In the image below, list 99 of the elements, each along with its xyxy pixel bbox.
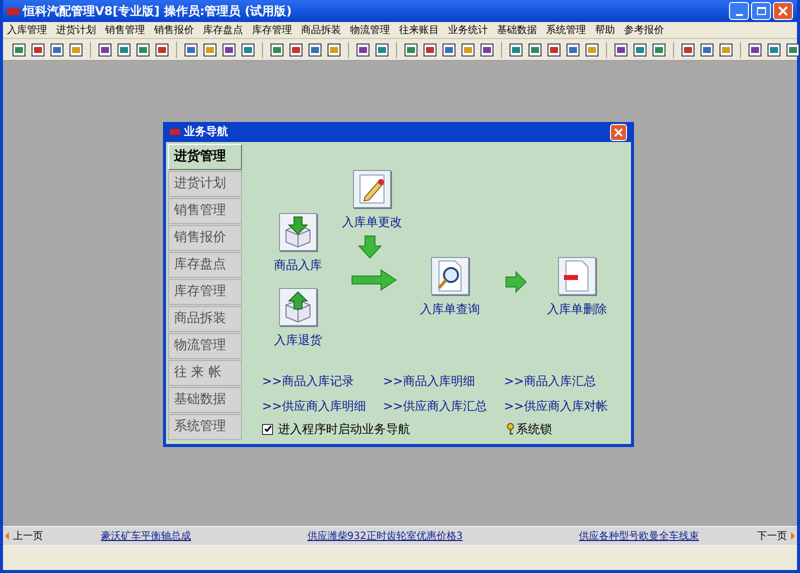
report-link[interactable]: >>供应商入库对帐 <box>504 397 625 415</box>
report-link[interactable]: >>商品入库汇总 <box>504 372 625 390</box>
toolbar-icon[interactable] <box>307 42 323 58</box>
toolbar-icon[interactable] <box>527 42 543 58</box>
minimize-button[interactable] <box>729 2 749 20</box>
menu-item[interactable]: 业务统计 <box>448 22 488 38</box>
nav-tab[interactable]: 进货计划 <box>168 171 242 197</box>
toolbar-icon[interactable] <box>202 42 218 58</box>
pencil-document-icon <box>357 173 387 205</box>
toolbar-icon[interactable] <box>355 42 371 58</box>
toolbar-icon[interactable] <box>326 42 342 58</box>
toolbar-icon[interactable] <box>613 42 629 58</box>
toolbar-icon[interactable] <box>699 42 715 58</box>
toolbar-icon[interactable] <box>766 42 782 58</box>
toolbar-icon[interactable] <box>632 42 648 58</box>
toolbar-icon[interactable] <box>183 42 199 58</box>
toolbar-icon[interactable] <box>460 42 476 58</box>
report-link[interactable]: >>商品入库记录 <box>262 372 383 390</box>
key-icon <box>506 423 515 435</box>
window-title: 恒科汽配管理V8[专业版] 操作员:管理员 (试用版) <box>23 3 292 20</box>
flow-node[interactable]: 商品入库 <box>274 213 322 274</box>
close-button[interactable] <box>773 2 793 20</box>
toolbar-icon[interactable] <box>116 42 132 58</box>
toolbar-icon[interactable] <box>68 42 84 58</box>
previous-page-button[interactable]: 上一页 <box>5 528 43 544</box>
nav-tab[interactable]: 物流管理 <box>168 333 242 359</box>
menu-item[interactable]: 基础数据 <box>497 22 537 38</box>
right-arrow-icon <box>505 271 527 293</box>
menu-item[interactable]: 商品拆装 <box>301 22 341 38</box>
toolbar-icon[interactable] <box>651 42 667 58</box>
report-link[interactable]: >>供应商入库汇总 <box>383 397 504 415</box>
next-page-button[interactable]: 下一页 <box>757 528 795 544</box>
menu-item[interactable]: 销售报价 <box>154 22 194 38</box>
toolbar-icon[interactable] <box>718 42 734 58</box>
flow-node[interactable]: 入库单更改 <box>342 170 402 231</box>
menu-item[interactable]: 帮助 <box>595 22 615 38</box>
menu-item[interactable]: 库存盘点 <box>203 22 243 38</box>
right-arrow-icon <box>351 269 397 291</box>
flow-node[interactable]: 入库退货 <box>274 288 322 349</box>
toolbar-icon[interactable] <box>240 42 256 58</box>
toolbar-icon[interactable] <box>374 42 390 58</box>
news-link[interactable]: 供应潍柴932正时齿轮室优惠价格3 <box>307 528 463 544</box>
nav-tab[interactable]: 库存盘点 <box>168 252 242 278</box>
toolbar-icon[interactable] <box>422 42 438 58</box>
toolbar-icon[interactable] <box>508 42 524 58</box>
news-link[interactable]: 豪沃矿车平衡轴总成 <box>101 528 192 544</box>
toolbar-icon[interactable] <box>154 42 170 58</box>
toolbar-icon[interactable] <box>403 42 419 58</box>
toolbar-icon[interactable] <box>441 42 457 58</box>
nav-tab[interactable]: 进货管理 <box>168 144 242 170</box>
right-triangle-icon <box>791 532 795 540</box>
toolbar-icon[interactable] <box>30 42 46 58</box>
toolbar-icon[interactable] <box>49 42 65 58</box>
nav-tab[interactable]: 往 来 帐 <box>168 360 242 386</box>
toolbar-icon[interactable] <box>584 42 600 58</box>
app-logo-icon <box>7 8 19 14</box>
menu-item[interactable]: 物流管理 <box>350 22 390 38</box>
report-link[interactable]: >>商品入库明细 <box>383 372 504 390</box>
startup-checkbox[interactable]: 进入程序时启动业务导航 <box>262 420 410 438</box>
flow-node[interactable]: 入库单删除 <box>547 257 607 318</box>
toolbar-icon[interactable] <box>288 42 304 58</box>
close-button[interactable] <box>610 124 627 140</box>
menu-item[interactable]: 进货计划 <box>56 22 96 38</box>
toolbar-icon[interactable] <box>747 42 763 58</box>
system-lock-button[interactable]: 系统锁 <box>506 420 552 438</box>
menu-item[interactable]: 往来账目 <box>399 22 439 38</box>
news-link[interactable]: 供应各种型号欧曼全车线束 <box>578 528 699 544</box>
toolbar-icon[interactable] <box>11 42 27 58</box>
maximize-button[interactable] <box>751 2 771 20</box>
toolbar-icon[interactable] <box>479 42 495 58</box>
checkbox[interactable] <box>262 424 273 434</box>
toolbar-icon[interactable] <box>221 42 237 58</box>
nav-tab[interactable]: 库存管理 <box>168 279 242 305</box>
nav-tab[interactable]: 销售报价 <box>168 225 242 251</box>
toolbar-icon[interactable] <box>680 42 696 58</box>
toolbar-icon[interactable] <box>565 42 581 58</box>
nav-tab[interactable]: 销售管理 <box>168 198 242 224</box>
toolbar-icon[interactable] <box>97 42 113 58</box>
app-logo-icon <box>170 129 180 135</box>
dialog-title: 业务导航 <box>184 124 228 140</box>
nav-tab[interactable]: 系统管理 <box>168 414 242 440</box>
check-icon <box>264 425 272 433</box>
toolbar-icon[interactable] <box>785 42 800 58</box>
close-icon <box>778 6 788 16</box>
report-link[interactable]: >>供应商入库明细 <box>262 397 383 415</box>
menu-item[interactable]: 库存管理 <box>252 22 292 38</box>
nav-tab[interactable]: 基础数据 <box>168 387 242 413</box>
toolbar-icon[interactable] <box>135 42 151 58</box>
menu-item[interactable]: 系统管理 <box>546 22 586 38</box>
close-icon <box>614 128 623 136</box>
menu-item[interactable]: 入库管理 <box>7 22 47 38</box>
menu-item[interactable]: 参考报价 <box>624 22 664 38</box>
toolbar-icon[interactable] <box>269 42 285 58</box>
left-triangle-icon <box>5 532 9 540</box>
toolbar-icon[interactable] <box>546 42 562 58</box>
down-arrow-icon <box>358 235 382 259</box>
nav-tab[interactable]: 商品拆装 <box>168 306 242 332</box>
flow-node[interactable]: 入库单查询 <box>420 257 480 318</box>
menu-item[interactable]: 销售管理 <box>105 22 145 38</box>
